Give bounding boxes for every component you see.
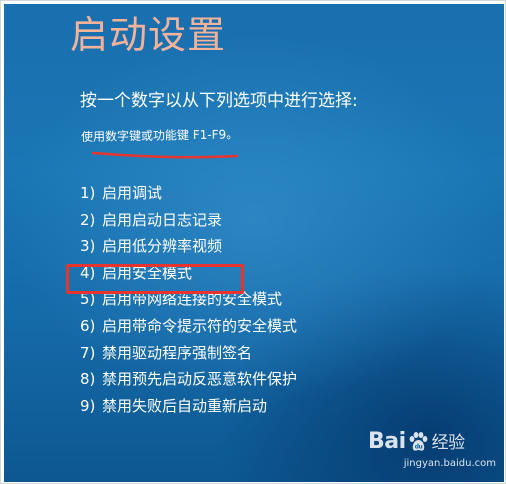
startup-settings-screen: 启动设置 按一个数字以从下列选项中进行选择: 使用数字键或功能键 F1-F9。 …	[4, 4, 504, 482]
option-number: 1)	[80, 184, 96, 202]
option-enable-debugging[interactable]: 1) 启用调试	[80, 180, 297, 207]
option-number: 8)	[80, 370, 96, 389]
option-number: 6)	[80, 316, 96, 335]
highlight-box-annotation	[66, 264, 244, 294]
watermark-logo: Bai du 经验	[368, 428, 465, 457]
baidu-jingyan-watermark: Bai du 经验 jingyan.baidu.com	[360, 428, 496, 474]
option-enable-boot-logging[interactable]: 2) 启用启动日志记录	[80, 207, 297, 234]
watermark-jingyan: 经验	[431, 433, 466, 453]
option-label: 禁用预先启动反恶意软件保护	[102, 370, 298, 389]
hint-text: 使用数字键或功能键 F1-F9。	[80, 127, 239, 144]
option-number: 3)	[80, 237, 96, 256]
watermark-logo-text: Bai	[368, 429, 406, 454]
option-label: 启用启动日志记录	[102, 210, 223, 229]
option-number: 9)	[80, 396, 96, 415]
option-label: 禁用失败后自动重新启动	[102, 396, 268, 415]
option-enable-low-resolution-video[interactable]: 3) 启用低分辨率视频	[80, 233, 297, 260]
page-title: 启动设置	[70, 13, 227, 57]
option-disable-driver-signature-enforcement[interactable]: 7) 禁用驱动程序强制签名	[80, 340, 297, 367]
option-disable-early-launch-antimalware[interactable]: 8) 禁用预先启动反恶意软件保护	[80, 366, 297, 393]
option-label: 禁用驱动程序强制签名	[102, 343, 253, 362]
option-number: 7)	[80, 343, 96, 362]
svg-text:du: du	[414, 444, 422, 451]
startup-options-list: 1) 启用调试 2) 启用启动日志记录 3) 启用低分辨率视频 4) 启用安全模式 5)…	[80, 180, 297, 419]
option-number: 2)	[80, 210, 96, 229]
option-label: 启用带命令提示符的安全模式	[102, 316, 298, 335]
image-frame: 启动设置 按一个数字以从下列选项中进行选择: 使用数字键或功能键 F1-F9。 …	[0, 0, 506, 484]
instruction-text: 按一个数字以从下列选项中进行选择:	[80, 91, 358, 111]
watermark-url: jingyan.baidu.com	[403, 458, 496, 469]
option-safe-mode-with-command-prompt[interactable]: 6) 启用带命令提示符的安全模式	[80, 313, 297, 340]
option-disable-auto-restart-on-failure[interactable]: 9) 禁用失败后自动重新启动	[80, 393, 297, 420]
option-label: 启用调试	[102, 184, 163, 202]
option-label: 启用低分辨率视频	[102, 237, 223, 256]
paw-icon: du	[409, 432, 428, 451]
hint-underline-annotation	[92, 151, 238, 159]
